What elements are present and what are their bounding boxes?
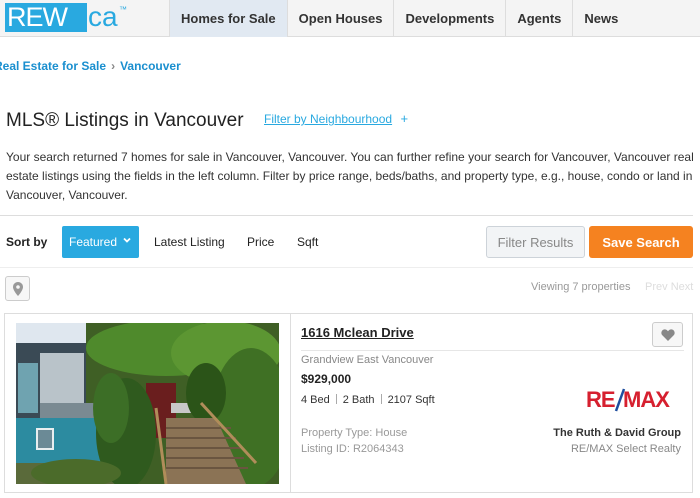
agent-name[interactable]: The Ruth & David Group (553, 427, 681, 439)
map-pin-icon (13, 282, 23, 296)
search-description: Your search returned 7 homes for sale in… (6, 150, 694, 202)
logo-rew-text: REW (5, 3, 87, 32)
filter-neighbourhood-link[interactable]: Filter by Neighbourhood (264, 112, 392, 126)
logo-trademark: ™ (119, 5, 127, 14)
main-nav: Homes for Sale Open Houses Developments … (169, 0, 629, 37)
listing-id: Listing ID: R2064343 (301, 443, 404, 455)
sort-sqft[interactable]: Sqft (297, 235, 318, 249)
rew-logo[interactable]: REW ca ™ (2, 2, 162, 34)
sort-selected-value: Featured (69, 235, 118, 249)
listing-baths: 2 Bath (342, 394, 375, 406)
sort-latest-listing[interactable]: Latest Listing (154, 235, 225, 249)
results-count: Viewing 7 properties (531, 281, 631, 293)
house-photo-image (16, 323, 279, 484)
divider (290, 314, 291, 492)
sort-price[interactable]: Price (247, 235, 274, 249)
nav-agents[interactable]: Agents (505, 0, 572, 37)
divider (301, 350, 684, 351)
filter-results-button[interactable]: Filter Results (486, 226, 585, 258)
sort-bar: Sort by Featured Latest Listing Price Sq… (0, 226, 700, 258)
divider (0, 215, 693, 216)
nav-developments[interactable]: Developments (393, 0, 505, 37)
sort-label: Sort by (6, 235, 48, 249)
prev-link[interactable]: Prev (645, 281, 668, 293)
breadcrumb: Real Estate for Sale › Vancouver (0, 59, 181, 73)
brokerage-name: RE/MAX Select Realty (570, 443, 681, 455)
breadcrumb-root[interactable]: Real Estate for Sale (0, 59, 106, 73)
listing-specs: 4 Bed 2 Bath 2107 Sqft (301, 394, 435, 406)
nav-homes-for-sale[interactable]: Homes for Sale (169, 0, 287, 37)
heart-icon (661, 329, 675, 341)
pagination: Prev Next (645, 281, 693, 293)
nav-news[interactable]: News (572, 0, 629, 37)
listing-card[interactable]: 1616 Mclean Drive Grandview East Vancouv… (4, 313, 693, 493)
favorite-button[interactable] (652, 322, 683, 347)
save-search-button[interactable]: Save Search (589, 226, 693, 258)
chevron-down-icon (123, 237, 131, 243)
next-link[interactable]: Next (671, 281, 694, 293)
top-navbar: REW ca ™ Homes for Sale Open Houses Deve… (0, 0, 700, 37)
sort-dropdown[interactable]: Featured (62, 226, 139, 258)
breadcrumb-separator: › (111, 59, 116, 73)
page-title: MLS® Listings in Vancouver (6, 110, 244, 131)
logo-ca-text: ca (88, 1, 118, 32)
listing-address[interactable]: 1616 Mclean Drive (301, 325, 414, 340)
breadcrumb-current[interactable]: Vancouver (120, 59, 181, 73)
remax-logo[interactable]: RE MAX (586, 384, 672, 414)
nav-open-houses[interactable]: Open Houses (286, 0, 394, 37)
listing-beds: 4 Bed (301, 394, 330, 406)
svg-text:MAX: MAX (623, 387, 670, 412)
property-type: Property Type: House (301, 427, 408, 439)
listing-neighbourhood: Grandview East Vancouver (301, 354, 434, 366)
plus-icon[interactable]: + (401, 111, 409, 126)
title-row: MLS® Listings in Vancouver Filter by Nei… (6, 110, 408, 132)
listing-photo[interactable] (16, 323, 279, 484)
map-view-button[interactable] (5, 276, 30, 301)
listing-sqft: 2107 Sqft (387, 394, 435, 406)
listing-price: $929,000 (301, 372, 352, 386)
svg-text:RE: RE (586, 387, 615, 412)
divider (0, 267, 693, 268)
remax-logo-image: RE MAX (586, 387, 671, 412)
